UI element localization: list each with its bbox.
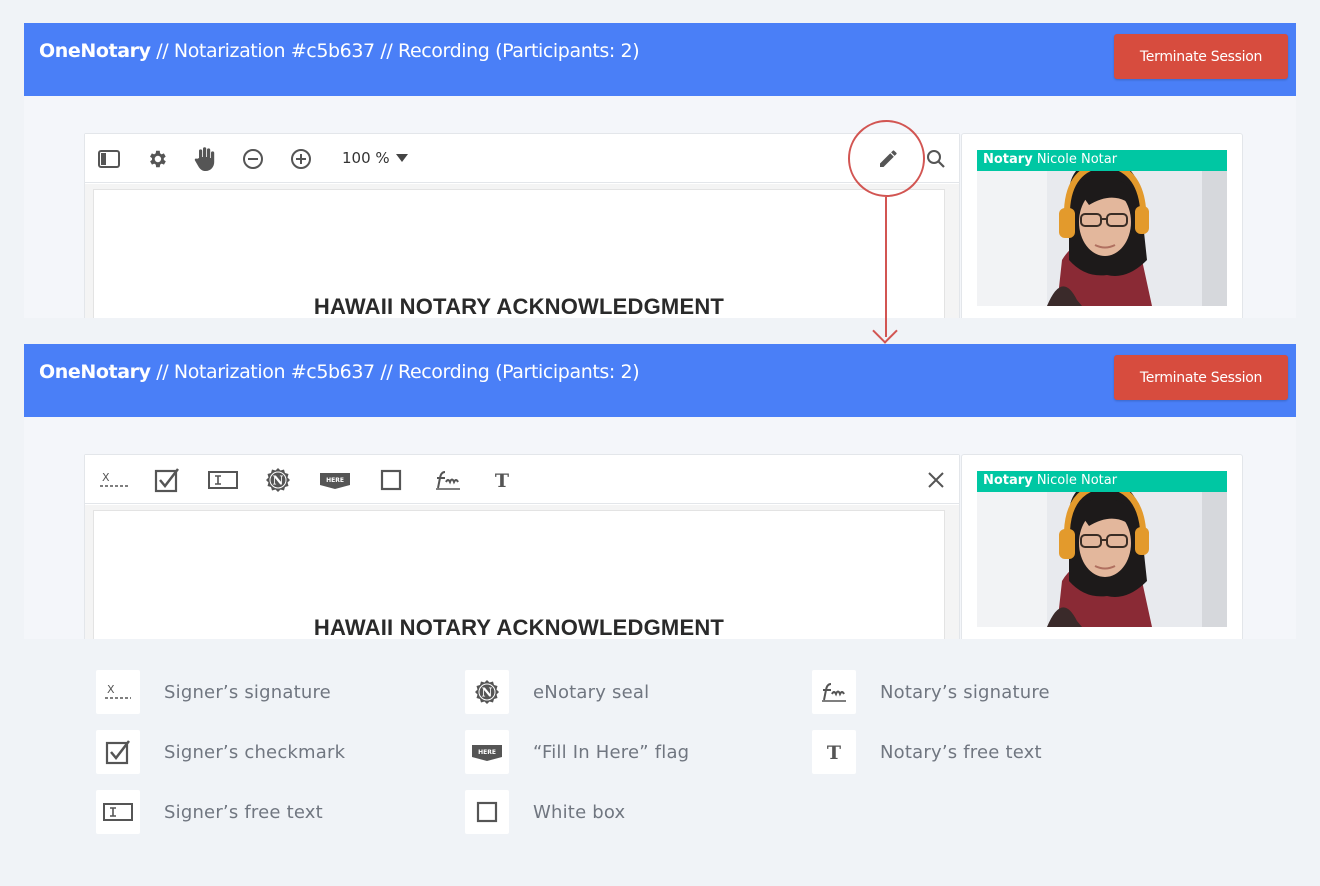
notary-signature-icon bbox=[812, 670, 856, 714]
chevron-down-icon bbox=[395, 154, 408, 162]
participant-video-card: Notary Nicole Notar bbox=[961, 454, 1243, 639]
svg-text:HERE: HERE bbox=[326, 477, 344, 484]
legend-label: “Fill In Here” flag bbox=[533, 741, 690, 763]
document-title: HAWAII NOTARY ACKNOWLEDGMENT bbox=[313, 615, 725, 639]
notary-signature-icon[interactable] bbox=[433, 467, 463, 493]
legend-label: Signer’s signature bbox=[164, 681, 331, 703]
notary-free-text-icon: T bbox=[812, 730, 856, 774]
document-page: HAWAII NOTARY ACKNOWLEDGMENT bbox=[93, 189, 945, 318]
signer-signature-icon: X bbox=[96, 670, 140, 714]
signer-checkmark-icon[interactable] bbox=[154, 467, 180, 493]
zoom-in-icon[interactable] bbox=[288, 146, 314, 172]
participant-video-card: Notary Nicole Notar bbox=[961, 133, 1243, 318]
session-title: OneNotary // Notarization #c5b637 // Rec… bbox=[39, 40, 640, 62]
viewer-mode-screenshot: OneNotary // Notarization #c5b637 // Rec… bbox=[24, 23, 1296, 318]
session-info: // Notarization #c5b637 // Recording (Pa… bbox=[150, 40, 640, 62]
legend-signer-free-text: Signer’s free text bbox=[96, 790, 323, 834]
session-body: 100 % HAWAII NOTARY ACKNOWLEDGMENT Notar bbox=[24, 96, 1296, 318]
participant-role: Notary bbox=[983, 473, 1033, 488]
legend-white-box: White box bbox=[465, 790, 625, 834]
session-info: // Notarization #c5b637 // Recording (Pa… bbox=[150, 361, 640, 383]
notary-portrait-image bbox=[977, 471, 1227, 627]
fill-in-here-flag-icon[interactable]: HERE bbox=[319, 467, 351, 493]
notary-video: Notary Nicole Notar bbox=[977, 150, 1227, 306]
document-title: HAWAII NOTARY ACKNOWLEDGMENT bbox=[313, 294, 725, 318]
svg-text:N: N bbox=[482, 686, 493, 700]
participant-name: Nicole Notar bbox=[1032, 152, 1118, 167]
signer-checkmark-icon bbox=[96, 730, 140, 774]
legend-notary-free-text: T Notary’s free text bbox=[812, 730, 1042, 774]
legend-label: Signer’s free text bbox=[164, 801, 323, 823]
search-icon[interactable] bbox=[923, 146, 949, 172]
participant-name: Nicole Notar bbox=[1032, 473, 1118, 488]
svg-text:T: T bbox=[495, 470, 509, 491]
svg-text:HERE: HERE bbox=[478, 749, 496, 756]
zoom-level-value: 100 % bbox=[342, 149, 390, 167]
legend-enotary-seal: N eNotary seal bbox=[465, 670, 649, 714]
sidebar-icon[interactable] bbox=[96, 146, 122, 172]
pencil-highlight-circle bbox=[848, 120, 925, 197]
session-title: OneNotary // Notarization #c5b637 // Rec… bbox=[39, 361, 640, 383]
session-header: OneNotary // Notarization #c5b637 // Rec… bbox=[24, 23, 1296, 96]
video-label: Notary Nicole Notar bbox=[977, 471, 1227, 492]
session-body: X N HERE T HAWAII NOTARY ACKNOWLEDGMENT … bbox=[24, 417, 1296, 639]
participant-role: Notary bbox=[983, 152, 1033, 167]
svg-text:X: X bbox=[102, 471, 110, 484]
legend-signer-signature: X Signer’s signature bbox=[96, 670, 331, 714]
arrow-down-icon bbox=[872, 318, 898, 344]
document-viewer: X N HERE T HAWAII NOTARY ACKNOWLEDGMENT bbox=[84, 454, 970, 639]
close-icon[interactable] bbox=[923, 467, 949, 493]
annotation-toolbar: X N HERE T bbox=[85, 455, 959, 504]
legend-label: Notary’s free text bbox=[880, 741, 1042, 763]
notary-free-text-icon[interactable]: T bbox=[489, 467, 515, 493]
document-page: HAWAII NOTARY ACKNOWLEDGMENT bbox=[93, 510, 945, 639]
legend-signer-checkmark: Signer’s checkmark bbox=[96, 730, 345, 774]
document-area: HAWAII NOTARY ACKNOWLEDGMENT bbox=[85, 184, 959, 318]
terminate-session-button[interactable]: Terminate Session bbox=[1114, 34, 1288, 79]
brand-name: OneNotary bbox=[39, 361, 151, 383]
viewer-toolbar: 100 % bbox=[85, 134, 959, 183]
video-label: Notary Nicole Notar bbox=[977, 150, 1227, 171]
legend-label: Signer’s checkmark bbox=[164, 741, 346, 763]
annotation-mode-screenshot: OneNotary // Notarization #c5b637 // Rec… bbox=[24, 344, 1296, 639]
legend-label: eNotary seal bbox=[533, 681, 650, 703]
zoom-out-icon[interactable] bbox=[240, 146, 266, 172]
hand-icon[interactable] bbox=[192, 146, 218, 172]
legend-notary-signature: Notary’s signature bbox=[812, 670, 1050, 714]
svg-text:X: X bbox=[107, 683, 115, 696]
legend-label: Notary’s signature bbox=[880, 681, 1050, 703]
fill-in-here-flag-icon: HERE bbox=[465, 730, 509, 774]
signer-free-text-icon bbox=[96, 790, 140, 834]
enotary-seal-icon[interactable]: N bbox=[265, 467, 291, 493]
document-viewer: 100 % HAWAII NOTARY ACKNOWLEDGMENT bbox=[84, 133, 970, 318]
terminate-session-button[interactable]: Terminate Session bbox=[1114, 355, 1288, 400]
svg-text:T: T bbox=[827, 742, 841, 763]
enotary-seal-icon: N bbox=[465, 670, 509, 714]
signer-signature-icon[interactable]: X bbox=[97, 467, 131, 493]
notary-portrait-image bbox=[977, 150, 1227, 306]
white-box-icon[interactable] bbox=[378, 467, 404, 493]
session-header: OneNotary // Notarization #c5b637 // Rec… bbox=[24, 344, 1296, 417]
gear-icon[interactable] bbox=[144, 146, 170, 172]
brand-name: OneNotary bbox=[39, 40, 151, 62]
zoom-level-dropdown[interactable]: 100 % bbox=[342, 149, 408, 167]
callout-arrow-line bbox=[885, 197, 887, 337]
notary-video: Notary Nicole Notar bbox=[977, 471, 1227, 627]
svg-text:N: N bbox=[273, 474, 284, 488]
legend-fill-in-here: HERE “Fill In Here” flag bbox=[465, 730, 689, 774]
legend-label: White box bbox=[533, 801, 626, 823]
signer-free-text-icon[interactable] bbox=[207, 467, 239, 493]
document-area: HAWAII NOTARY ACKNOWLEDGMENT bbox=[85, 505, 959, 639]
white-box-icon bbox=[465, 790, 509, 834]
